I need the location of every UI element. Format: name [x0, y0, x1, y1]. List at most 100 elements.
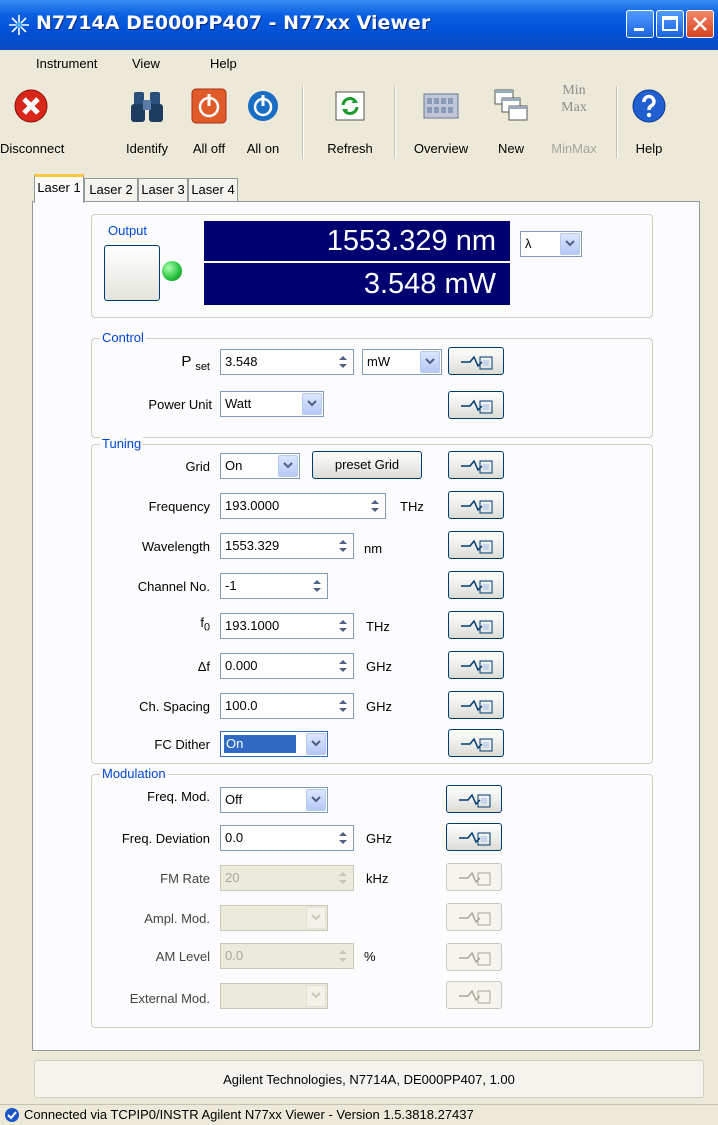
power-off-icon	[191, 88, 227, 124]
output-group: Output 1553.329 nm 3.548 mW λ	[91, 214, 653, 318]
chevron-down-icon	[420, 351, 440, 373]
graph-icon	[461, 619, 493, 634]
power-unit-select[interactable]: Watt	[220, 391, 324, 417]
wavelength-display: 1553.329 nm	[204, 221, 510, 261]
tuning-label: Tuning	[100, 436, 144, 451]
frequency-unit: THz	[400, 499, 424, 514]
minimize-button[interactable]	[626, 10, 654, 38]
identify-button[interactable]: Identify	[110, 78, 184, 164]
pset-label: P set	[181, 353, 210, 373]
help-button[interactable]: Help	[620, 78, 678, 164]
ampl-mod-select[interactable]	[220, 905, 328, 931]
f0-input[interactable]: 193.1000	[220, 613, 354, 639]
chevron-down-icon	[306, 789, 326, 811]
graph-icon	[461, 539, 493, 554]
fc-dither-select[interactable]: On	[220, 731, 328, 757]
graph-icon	[459, 831, 491, 846]
title-bar[interactable]: N7714A DE000PP407 - N77xx Viewer	[0, 0, 718, 50]
power-unit-log-button[interactable]	[448, 391, 504, 419]
channel-log-button[interactable]	[448, 571, 504, 599]
freq-mod-select[interactable]: Off	[220, 787, 328, 813]
spinner-icon	[339, 660, 347, 672]
all-off-button[interactable]: All off	[186, 78, 232, 164]
power-on-icon	[248, 91, 278, 121]
window-title: N7714A DE000PP407 - N77xx Viewer	[36, 12, 431, 34]
chevron-down-icon	[560, 233, 580, 255]
pset-input[interactable]: 3.548	[220, 349, 354, 375]
status-text: Connected via TCPIP0/INSTR Agilent N77xx…	[24, 1107, 474, 1122]
fm-rate-input[interactable]: 20	[220, 865, 354, 891]
ch-spacing-log-button[interactable]	[448, 691, 504, 719]
preset-grid-button[interactable]: preset Grid	[312, 451, 422, 479]
graph-icon	[461, 399, 493, 414]
am-level-unit: %	[364, 949, 376, 964]
tab-laser-3[interactable]: Laser 3	[138, 178, 188, 202]
disconnect-button[interactable]: Disconnect	[0, 78, 64, 164]
channel-input[interactable]: -1	[220, 573, 328, 599]
chevron-down-icon	[306, 985, 326, 1007]
menu-help[interactable]: Help	[210, 56, 237, 71]
grid-log-button[interactable]	[448, 451, 504, 479]
freq-deviation-log-button[interactable]	[446, 823, 502, 851]
menu-instrument[interactable]: Instrument	[36, 56, 97, 71]
display-unit-select[interactable]: λ	[520, 231, 582, 257]
channel-label: Channel No.	[137, 579, 210, 594]
refresh-button[interactable]: Refresh	[314, 78, 386, 164]
chevron-down-icon	[306, 907, 326, 929]
menu-view[interactable]: View	[132, 56, 160, 71]
f0-log-button[interactable]	[448, 611, 504, 639]
f0-unit: THz	[366, 619, 390, 634]
fc-dither-log-button[interactable]	[448, 729, 504, 757]
grid-select[interactable]: On	[220, 453, 300, 479]
ampl-mod-log-button[interactable]	[446, 903, 502, 931]
new-window-button[interactable]: New	[488, 78, 534, 164]
pset-unit-select[interactable]: mW	[362, 349, 442, 375]
tab-laser-2[interactable]: Laser 2	[84, 178, 138, 202]
external-mod-log-button[interactable]	[446, 981, 502, 1009]
am-level-log-button[interactable]	[446, 943, 502, 971]
toolbar-separator	[394, 86, 396, 158]
chevron-down-icon	[306, 733, 326, 755]
ch-spacing-label: Ch. Spacing	[139, 699, 210, 714]
delta-f-input[interactable]: 0.000	[220, 653, 354, 679]
graph-icon	[461, 355, 493, 370]
close-button[interactable]	[686, 10, 714, 38]
wavelength-log-button[interactable]	[448, 531, 504, 559]
frequency-input[interactable]: 193.0000	[220, 493, 386, 519]
power-unit-label: Power Unit	[148, 397, 212, 412]
fm-rate-log-button[interactable]	[446, 863, 502, 891]
frequency-label: Frequency	[148, 499, 210, 514]
delta-f-log-button[interactable]	[448, 651, 504, 679]
tab-laser-1[interactable]: Laser 1	[34, 174, 84, 203]
graph-icon	[461, 699, 493, 714]
ch-spacing-input[interactable]: 100.0	[220, 693, 354, 719]
overview-button[interactable]: Overview	[400, 78, 482, 164]
tab-laser-4[interactable]: Laser 4	[188, 178, 238, 202]
freq-mod-log-button[interactable]	[446, 785, 502, 813]
delta-f-label: Δf	[197, 659, 210, 674]
output-label: Output	[106, 223, 150, 238]
freq-deviation-input[interactable]: 0.0	[220, 825, 354, 851]
output-toggle-button[interactable]	[104, 245, 160, 301]
external-mod-select[interactable]	[220, 983, 328, 1009]
chevron-down-icon	[278, 455, 298, 477]
am-level-label: AM Level	[155, 949, 210, 964]
am-level-input[interactable]: 0.0	[220, 943, 354, 969]
minimize-icon	[634, 28, 644, 31]
toolbar-separator	[302, 86, 304, 158]
pset-log-button[interactable]	[448, 347, 504, 375]
maximize-button[interactable]	[656, 10, 684, 38]
spinner-icon	[339, 832, 347, 844]
all-on-button[interactable]: All on	[240, 78, 286, 164]
grid-label: Grid	[185, 459, 210, 474]
f0-label: f0	[200, 615, 210, 634]
chevron-down-icon	[302, 393, 322, 415]
control-group: Control P set 3.548 mW Power Unit Watt	[91, 330, 653, 438]
graph-icon	[461, 459, 493, 474]
graph-icon	[459, 951, 491, 966]
wavelength-unit: nm	[364, 541, 383, 556]
minmax-button[interactable]: Min Max MinMax	[542, 78, 606, 164]
frequency-log-button[interactable]	[448, 491, 504, 519]
modulation-label: Modulation	[100, 766, 168, 781]
wavelength-input[interactable]: 1553.329	[220, 533, 354, 559]
